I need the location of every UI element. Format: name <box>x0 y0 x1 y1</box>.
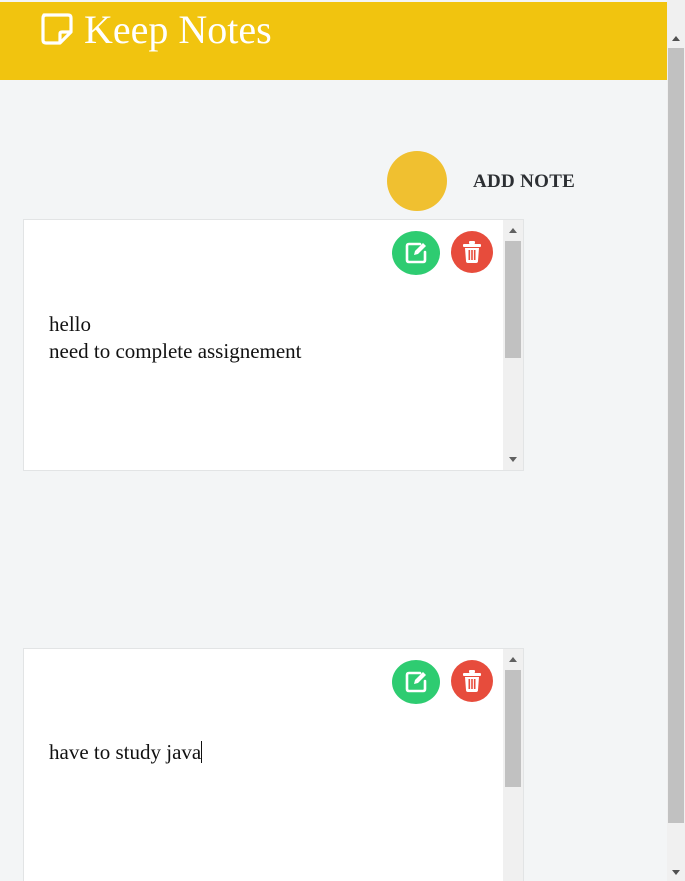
text-caret <box>201 741 203 763</box>
note-card: hello need to complete assignement <box>24 220 523 470</box>
page-scroll-down-icon[interactable] <box>672 870 680 875</box>
note-scrollbar[interactable] <box>503 220 523 470</box>
edit-note-button[interactable] <box>392 660 440 704</box>
sticky-note-icon <box>41 13 73 45</box>
scroll-thumb[interactable] <box>505 670 521 787</box>
app-header: Keep Notes <box>0 2 667 80</box>
scroll-thumb[interactable] <box>505 241 521 358</box>
page-scroll-thumb[interactable] <box>668 48 684 823</box>
app-title: Keep Notes <box>84 7 272 52</box>
note-card: have to study java <box>24 649 523 881</box>
note-text-content: have to study java <box>49 740 202 764</box>
scroll-up-icon[interactable] <box>509 657 517 662</box>
trash-icon <box>463 670 481 692</box>
edit-icon <box>405 242 427 264</box>
delete-note-button[interactable] <box>451 660 493 702</box>
note-toolbar <box>24 649 504 713</box>
add-note-button[interactable] <box>387 151 447 211</box>
page-scroll-up-icon[interactable] <box>672 36 680 41</box>
edit-icon <box>405 671 427 693</box>
page-scrollbar[interactable] <box>667 0 685 881</box>
add-note-label[interactable]: ADD NOTE <box>473 171 575 193</box>
scroll-up-icon[interactable] <box>509 228 517 233</box>
delete-note-button[interactable] <box>451 231 493 273</box>
app-viewport: Keep Notes ADD NOTE hello need to comple… <box>0 0 667 881</box>
note-text[interactable]: have to study java <box>49 739 203 766</box>
trash-icon <box>463 241 481 263</box>
edit-note-button[interactable] <box>392 231 440 275</box>
note-scrollbar[interactable] <box>503 649 523 881</box>
note-text[interactable]: hello need to complete assignement <box>49 311 302 365</box>
scroll-down-icon[interactable] <box>509 457 517 462</box>
note-toolbar <box>24 220 504 284</box>
